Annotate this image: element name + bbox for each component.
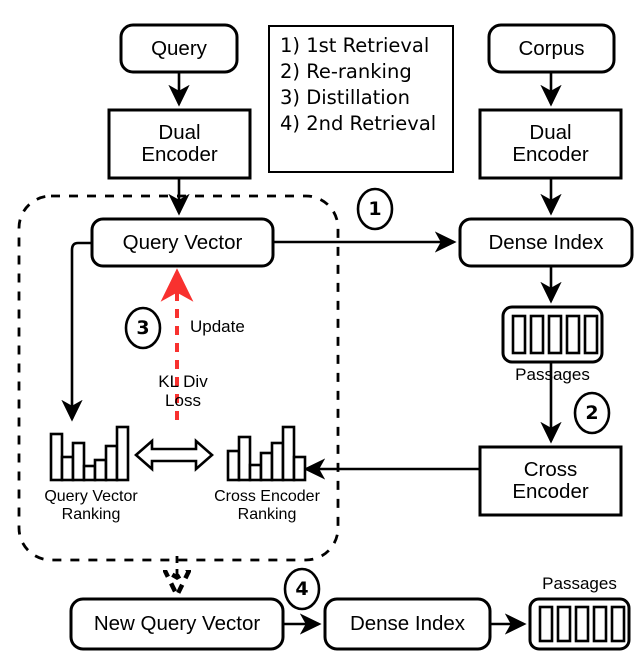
passages-bottom-bars [538,605,626,643]
dense-index-bottom-node-shape [323,597,492,651]
cross-encoder-ranking-histogram [226,425,307,482]
cross-encoder-ranking-label: Cross Encoder Ranking [194,488,340,523]
query-vector-ranking-line1: Query Vector [44,488,138,505]
arrow-query-vector-to-query-vector-ranking [61,241,92,422]
pipeline-steps-legend: 1) 1st Retrieval 2) Re-ranking 3) Distil… [268,25,454,173]
query-vector-ranking-label: Query Vector Ranking [23,488,159,523]
step3-badge-label: 3 [136,317,150,339]
legend-item-4: 4) 2nd Retrieval [280,112,437,136]
query-dual-encoder-node-shape [107,108,252,180]
query-vector-node-shape [90,217,275,268]
corpus-node-shape [487,23,616,74]
cross-encoder-ranking-line1: Cross Encoder [214,488,320,505]
cross-encoder-node-shape [478,445,623,517]
kl-divergence-loss-label: KL Div Loss [128,372,238,410]
kl-divergence-double-arrow-icon [134,438,214,472]
new-query-vector-node-shape [69,597,285,651]
query-vector-ranking-histogram [49,425,130,482]
step1-badge-label: 1 [368,198,382,220]
legend-item-2: 2) Re-ranking [280,60,412,84]
kl-loss-line1: KL Div [158,372,208,391]
query-node-shape [119,23,239,74]
update-annotation-label: Update [190,317,245,336]
passages-top-bars [511,314,599,355]
kl-loss-line2: Loss [165,390,201,410]
step2-badge-label: 2 [585,402,599,424]
cross-encoder-ranking-line2: Ranking [237,505,297,523]
query-vector-ranking-line2: Ranking [61,505,121,523]
diagram-canvas: Query Dual Encoder Query Vector Corpus D… [0,0,640,672]
corpus-dual-encoder-node-shape [478,108,623,180]
legend-item-3: 3) Distillation [280,86,411,110]
legend-item-1: 1) 1st Retrieval [280,34,430,57]
step4-badge-label: 4 [295,578,309,600]
dense-index-node-shape [458,217,634,268]
